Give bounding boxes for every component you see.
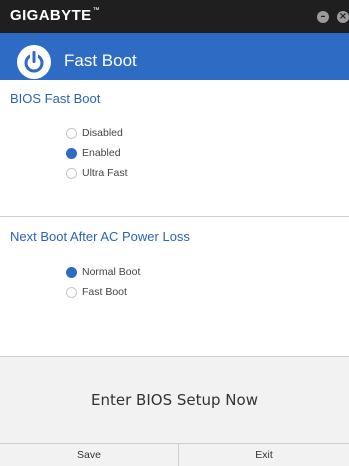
save-button[interactable]: Save <box>0 444 179 466</box>
brand-trademark: ™ <box>92 7 100 14</box>
bottom-action-bar: Save Exit <box>0 443 349 466</box>
radio-label: Disabled <box>82 127 123 139</box>
radio-option-ultra-fast[interactable]: Ultra Fast <box>66 166 128 180</box>
title-bar: GIGABYTE™ – × <box>0 0 349 33</box>
radio-option-fast-boot[interactable]: Fast Boot <box>66 285 127 299</box>
power-icon <box>17 45 51 79</box>
radio-button-selected[interactable] <box>66 266 77 278</box>
radio-label: Enabled <box>82 147 121 159</box>
brand-logo: GIGABYTE™ <box>10 7 100 24</box>
radio-button-selected[interactable] <box>66 147 77 159</box>
radio-option-normal-boot[interactable]: Normal Boot <box>66 265 140 279</box>
radio-option-enabled[interactable]: Enabled <box>66 146 121 160</box>
section-title-next-boot: Next Boot After AC Power Loss <box>10 229 190 244</box>
brand-name: GIGABYTE <box>10 7 92 24</box>
radio-label: Fast Boot <box>82 286 127 298</box>
section-title-bios-fast-boot: BIOS Fast Boot <box>10 91 101 106</box>
radio-button[interactable] <box>66 167 77 179</box>
minimize-icon[interactable]: – <box>317 11 329 23</box>
section-divider <box>0 216 349 217</box>
radio-button[interactable] <box>66 286 77 298</box>
radio-label: Normal Boot <box>82 266 141 278</box>
header-bar <box>0 33 349 80</box>
radio-label: Ultra Fast <box>82 167 128 179</box>
exit-button[interactable]: Exit <box>179 444 349 466</box>
page-title: Fast Boot <box>64 51 137 70</box>
enter-bios-setup-button[interactable]: Enter BIOS Setup Now <box>0 357 349 443</box>
radio-option-disabled[interactable]: Disabled <box>66 126 123 140</box>
close-icon[interactable]: × <box>337 11 349 23</box>
radio-button[interactable] <box>66 127 77 139</box>
